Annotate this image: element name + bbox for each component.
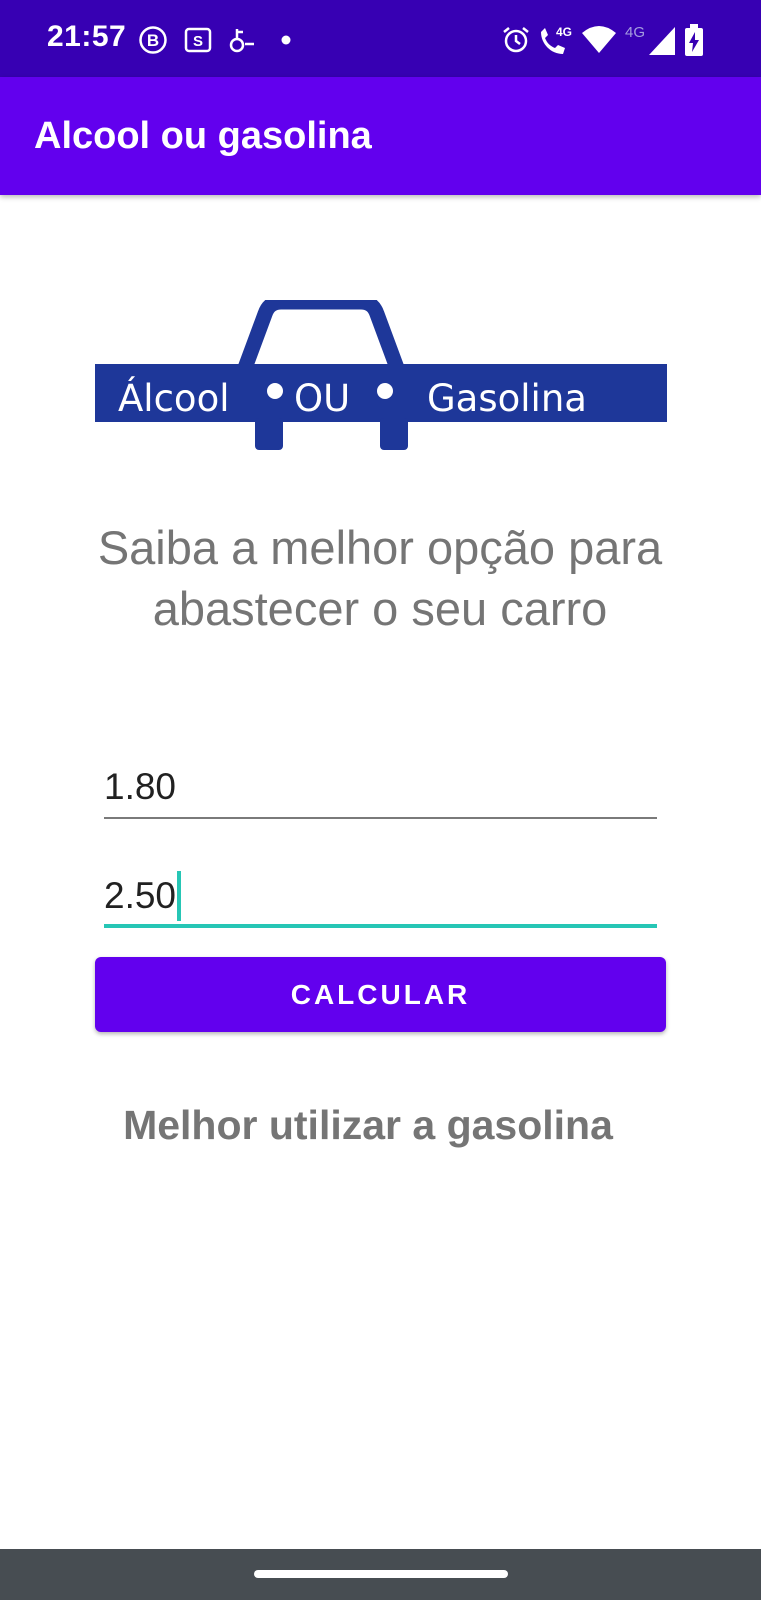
alcohol-price-input[interactable]: 1.80 (104, 765, 657, 819)
volte-call-icon: 4G (541, 25, 572, 54)
svg-text:Gasolina: Gasolina (427, 377, 587, 420)
notification-icons: B S (138, 24, 316, 56)
app-title: Alcool ou gasolina (34, 115, 372, 157)
tagline: Saiba a melhor opção para abastecer o se… (97, 521, 663, 635)
wifi-icon (582, 26, 616, 53)
text-cursor (177, 871, 182, 921)
b-badge-icon: B (139, 26, 167, 54)
key-icon (229, 29, 254, 53)
svg-text:B: B (147, 31, 159, 50)
alarm-icon (503, 27, 529, 53)
status-time: 21:57 (47, 20, 127, 53)
status-bar: 21:57 B S 4G 4G (0, 0, 761, 77)
result-text: Melhor utilizar a gasolina (123, 1102, 613, 1148)
navigation-bar (0, 1549, 761, 1600)
dot-icon (281, 35, 291, 45)
svg-text:S: S (193, 33, 203, 50)
app-bar: Alcool ou gasolina (0, 77, 761, 195)
home-gesture-handle[interactable] (254, 1570, 508, 1578)
alcool-ou-gasolina-logo: Álcool OU Gasolina (95, 294, 667, 452)
car-wheel-right (380, 418, 408, 450)
battery-charging-icon (685, 24, 703, 56)
system-icons: 4G 4G (495, 22, 705, 58)
calculate-button[interactable]: CALCULAR (95, 957, 666, 1032)
gasoline-price-value: 2.50 (104, 875, 177, 916)
car-roof-outline (237, 294, 405, 371)
gasoline-price-input[interactable]: 2.50 (104, 871, 657, 928)
svg-text:4G: 4G (625, 24, 645, 41)
car-wheel-left (255, 418, 283, 450)
alcohol-price-underline (104, 817, 657, 819)
svg-text:Álcool: Álcool (118, 376, 230, 420)
alcohol-price-value: 1.80 (104, 766, 177, 807)
gasoline-price-underline (104, 924, 657, 928)
svg-text:OU: OU (294, 377, 350, 420)
s-badge-icon: S (184, 27, 212, 53)
svg-text:4G: 4G (556, 25, 572, 39)
signal-icon: 4G (625, 24, 675, 55)
